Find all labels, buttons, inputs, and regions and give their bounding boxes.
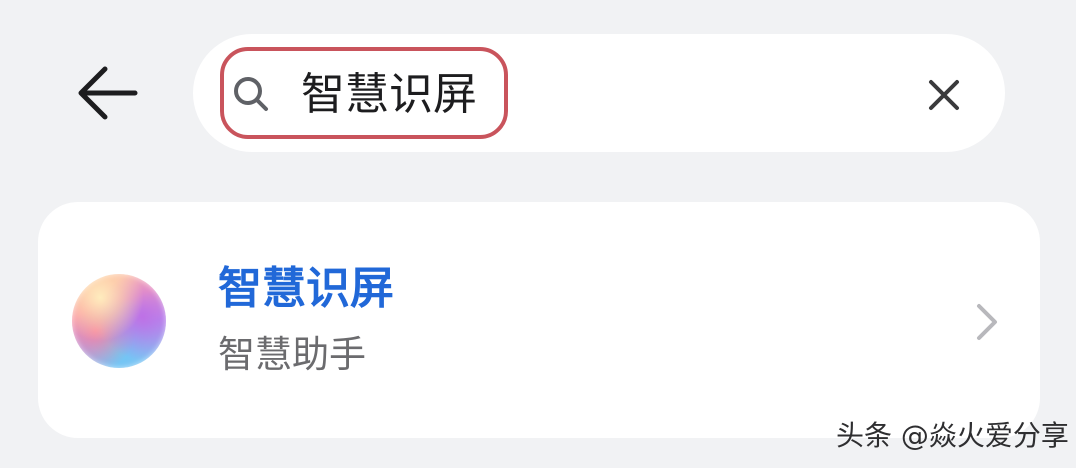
smart-assistant-app-icon — [72, 274, 166, 368]
result-title: 智慧识屏 — [218, 263, 394, 314]
search-icon — [234, 77, 268, 111]
close-icon — [929, 80, 959, 110]
back-button[interactable] — [66, 56, 148, 130]
search-bar[interactable]: 智慧识屏 — [193, 34, 1005, 152]
result-subtitle: 智慧助手 — [218, 333, 366, 376]
search-input[interactable]: 智慧识屏 — [301, 69, 477, 121]
clear-search-button[interactable] — [919, 70, 969, 120]
watermark: 头条 @焱火爱分享 — [836, 419, 1069, 452]
chevron-right-icon — [977, 304, 997, 340]
arrow-left-icon — [78, 66, 138, 120]
search-result-item[interactable]: 智慧识屏 智慧助手 — [38, 202, 1040, 438]
